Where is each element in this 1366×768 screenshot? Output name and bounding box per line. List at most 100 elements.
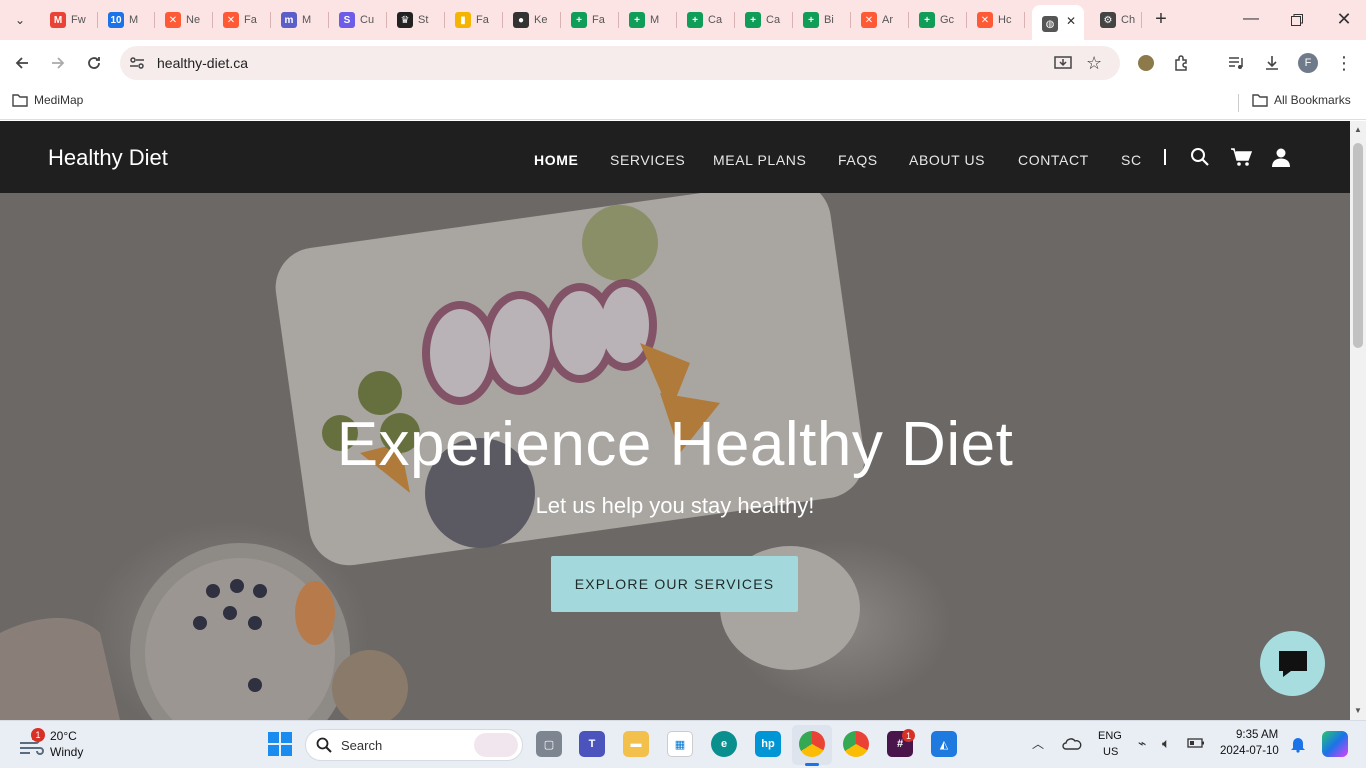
browser-tab[interactable]: + Fa	[561, 8, 619, 32]
windows-taskbar: 1 20°C Windy Search ▢ T ▬ ▦ e hp # 1 ◭ ︿…	[0, 720, 1366, 768]
tab-favicon: +	[629, 12, 645, 28]
browser-tab[interactable]: + Ca	[677, 8, 735, 32]
browser-tab[interactable]: ⚙ Ch	[1090, 8, 1142, 32]
tab-label: M	[650, 14, 660, 26]
browser-tab[interactable]: ♛ St	[387, 8, 445, 32]
browser-tab[interactable]: ✕ Ne	[155, 8, 213, 32]
scroll-thumb[interactable]	[1353, 143, 1363, 348]
language-line1[interactable]: ENG	[1098, 730, 1122, 742]
bookmark-folder-medimap[interactable]: MediMap	[12, 93, 83, 107]
chrome-icon[interactable]	[843, 731, 869, 757]
cart-icon[interactable]	[1230, 147, 1253, 172]
tab-label: Cu	[360, 14, 375, 26]
browser-tab[interactable]: + Gc	[909, 8, 967, 32]
teams-icon[interactable]: T	[579, 731, 605, 757]
browser-tab-strip: ⌄ M Fw 10 M ✕ Ne ✕ Fa m M S Cu ♛ St ▮ Fa ● Ke + Fa + M + Ca + Ca +…	[0, 0, 1366, 40]
task-view-icon[interactable]: ▢	[536, 731, 562, 757]
windows-logo-icon	[268, 732, 292, 756]
media-control-icon[interactable]	[1224, 51, 1248, 75]
photos-icon[interactable]: ◭	[931, 731, 957, 757]
nav-faqs[interactable]: FAQS	[838, 152, 878, 168]
tab-label: Fa	[476, 14, 489, 26]
reload-button[interactable]	[82, 51, 106, 75]
all-bookmarks-button[interactable]: All Bookmarks	[1252, 93, 1351, 107]
close-tab-icon[interactable]: ✕	[1066, 14, 1076, 28]
site-logo[interactable]: Healthy Diet	[48, 145, 168, 171]
language-line2[interactable]: US	[1103, 746, 1118, 758]
browser-tab[interactable]: + Ca	[735, 8, 793, 32]
browser-tab[interactable]: ✕ Fa	[213, 8, 271, 32]
browser-tab[interactable]: ▮ Fa	[445, 8, 503, 32]
tab-search-button[interactable]: ⌄	[8, 8, 32, 32]
bookmark-star-icon[interactable]: ☆	[1086, 53, 1102, 74]
close-window-button[interactable]: ✕	[1333, 8, 1355, 32]
web-page: Healthy Diet HOME SERVICES MEAL PLANS FA…	[0, 121, 1350, 720]
browser-tab[interactable]: ✕ Ar	[851, 8, 909, 32]
tab-favicon: ▮	[455, 12, 471, 28]
nav-contact[interactable]: CONTACT	[1018, 152, 1089, 168]
back-button[interactable]	[10, 51, 34, 75]
browser-tab[interactable]: ● Ke	[503, 8, 561, 32]
tab-label: Ca	[708, 14, 723, 26]
browser-menu-icon[interactable]: ⋮	[1332, 51, 1356, 75]
downloads-icon[interactable]	[1260, 51, 1284, 75]
scroll-down-arrow[interactable]: ▼	[1354, 706, 1362, 715]
explore-services-button[interactable]: EXPLORE OUR SERVICES	[551, 556, 798, 612]
tab-label: Ne	[186, 14, 201, 26]
hero-title: Experience Healthy Diet	[336, 410, 1014, 479]
new-tab-button[interactable]: +	[1150, 8, 1172, 32]
nav-home[interactable]: HOME	[534, 152, 578, 168]
active-indicator	[805, 763, 819, 766]
copilot-icon[interactable]	[1322, 731, 1348, 757]
url-text[interactable]: healthy-diet.ca	[157, 55, 248, 71]
chat-button[interactable]	[1260, 631, 1325, 696]
extensions-puzzle-icon[interactable]	[1170, 51, 1194, 75]
nav-sc[interactable]: SC	[1121, 152, 1142, 168]
notification-bell-icon[interactable]	[1290, 735, 1306, 758]
clock-time[interactable]: 9:35 AM	[1236, 729, 1278, 741]
scroll-up-arrow[interactable]: ▲	[1354, 125, 1362, 134]
tab-favicon: +	[571, 12, 587, 28]
browser-tab[interactable]: 10 M	[98, 8, 155, 32]
page-scrollbar[interactable]: ▲ ▼	[1350, 121, 1366, 720]
tab-favicon: ✕	[861, 12, 877, 28]
install-app-icon[interactable]	[1054, 54, 1072, 77]
file-explorer-icon[interactable]: ▬	[623, 731, 649, 757]
search-icon[interactable]	[1190, 147, 1210, 172]
myhp-icon[interactable]: hp	[755, 731, 781, 757]
battery-icon[interactable]	[1187, 736, 1205, 754]
extension-icon[interactable]	[1134, 51, 1158, 75]
edge-icon[interactable]: e	[711, 731, 737, 757]
browser-tab[interactable]: ◍ ✕	[1032, 5, 1084, 40]
restore-button[interactable]	[1286, 8, 1308, 32]
volume-icon[interactable]: 🔈︎	[1162, 735, 1170, 752]
clock-date[interactable]: 2024-07-10	[1220, 745, 1279, 757]
minimize-button[interactable]: —	[1240, 8, 1262, 32]
network-icon[interactable]: ⌁	[1138, 735, 1146, 752]
nav-services[interactable]: SERVICES	[610, 152, 685, 168]
taskbar-search[interactable]: Search	[305, 729, 523, 761]
browser-tab[interactable]: M Fw	[40, 8, 98, 32]
browser-tab[interactable]: mM	[271, 8, 329, 32]
forward-button[interactable]	[46, 51, 70, 75]
nav-meal-plans[interactable]: MEAL PLANS	[713, 152, 806, 168]
nav-about-us[interactable]: ABOUT US	[909, 152, 985, 168]
onedrive-icon[interactable]	[1062, 735, 1082, 756]
browser-tab[interactable]: + Bi	[793, 8, 851, 32]
tab-label: Ch	[1121, 14, 1136, 26]
browser-tab[interactable]: + M	[619, 8, 677, 32]
browser-tab[interactable]: S Cu	[329, 8, 387, 32]
start-button[interactable]	[267, 731, 293, 757]
profile-avatar[interactable]: F	[1296, 51, 1320, 75]
folder-icon	[12, 94, 28, 107]
tab-favicon: M	[50, 12, 66, 28]
microsoft-store-icon[interactable]: ▦	[667, 731, 693, 757]
weather-desc: Windy	[50, 745, 84, 759]
tab-favicon: m	[281, 12, 297, 28]
chrome-profile-f-icon[interactable]	[799, 731, 825, 757]
account-icon[interactable]	[1271, 147, 1291, 172]
show-hidden-icons-chevron[interactable]: ︿	[1032, 735, 1044, 752]
address-bar[interactable]: healthy-diet.ca ☆	[120, 46, 1120, 80]
browser-tab[interactable]: ✕ Hc	[967, 8, 1025, 32]
site-info-icon[interactable]	[128, 54, 146, 77]
